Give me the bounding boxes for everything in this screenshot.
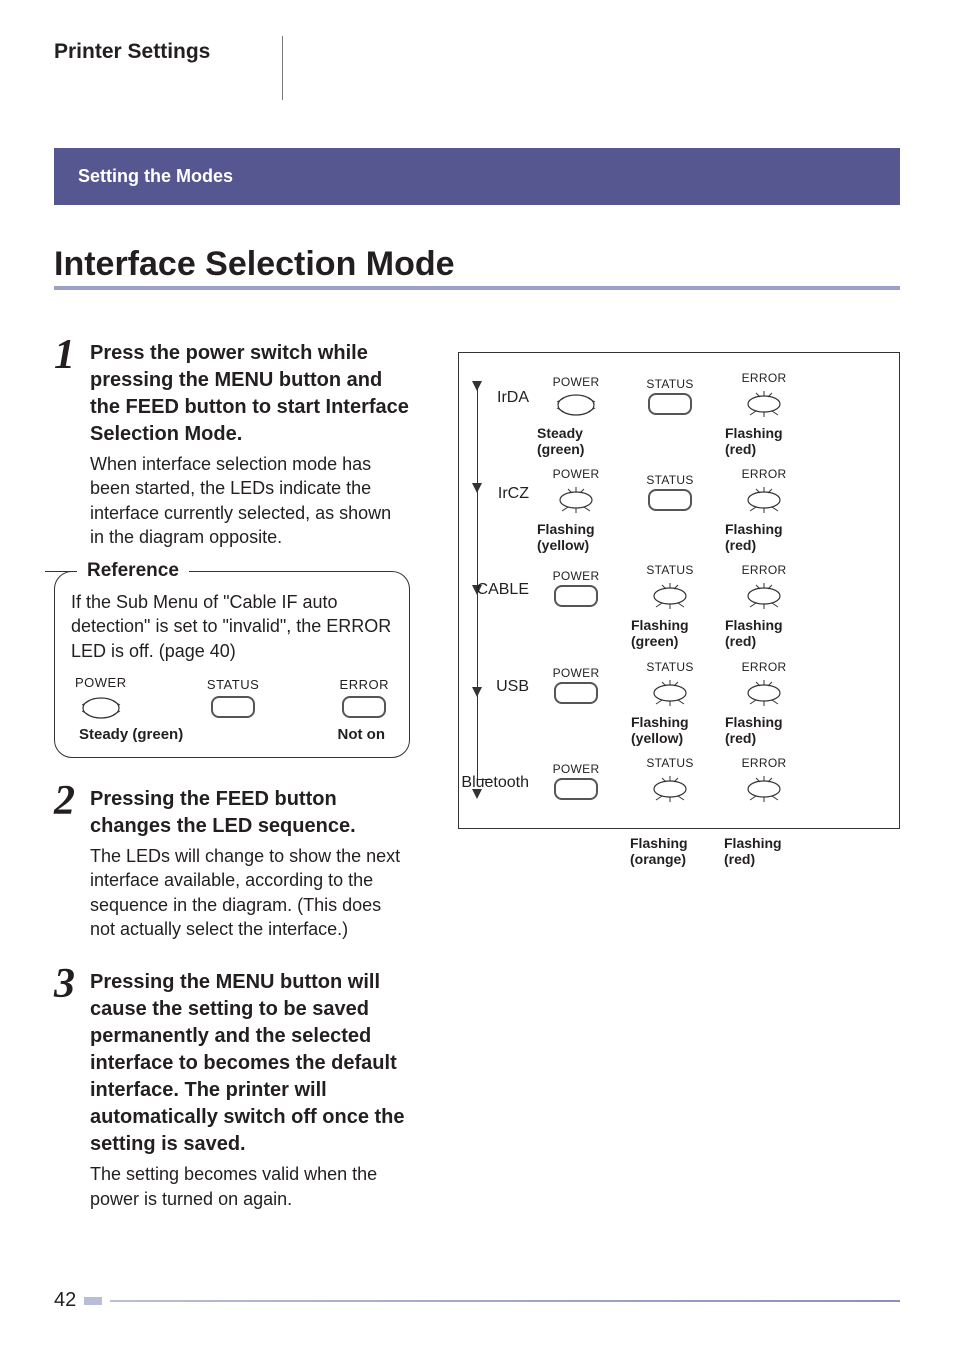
led-flash-icon xyxy=(648,579,692,613)
cap: Flashing (red) xyxy=(725,617,807,649)
col-hdr-error: ERROR xyxy=(742,660,787,674)
led-off-icon xyxy=(342,696,386,718)
header-rule xyxy=(282,36,283,100)
cap: Flashing (red) xyxy=(725,714,807,746)
row-label: USB xyxy=(459,678,529,696)
step-head: Press the power switch while pressing th… xyxy=(90,340,410,448)
cap: Steady (green) xyxy=(537,425,619,457)
col-hdr-status: STATUS xyxy=(646,473,693,487)
led-flash-icon xyxy=(742,676,786,710)
cap xyxy=(631,425,713,457)
diagram-row-bluetooth: Bluetooth POWER STATUS ERROR xyxy=(535,756,885,806)
col-hdr-power: POWER xyxy=(553,762,600,776)
cap: Flashing (red) xyxy=(725,521,807,553)
step-text: The LEDs will change to show the next in… xyxy=(90,844,410,941)
led-off-icon xyxy=(648,393,692,415)
cap: Flashing (red) xyxy=(725,425,807,457)
step-number: 1 xyxy=(54,334,90,376)
reference-text: If the Sub Menu of "Cable IF auto detect… xyxy=(71,590,393,663)
led-header-error: ERROR xyxy=(340,677,389,692)
row-label: Bluetooth xyxy=(459,774,529,792)
col-hdr-error: ERROR xyxy=(742,371,787,385)
step-head: Pressing the MENU button will cause the … xyxy=(90,969,410,1158)
led-flash-icon xyxy=(742,579,786,613)
led-flash-icon xyxy=(742,772,786,806)
led-off-icon xyxy=(554,585,598,607)
cap xyxy=(537,714,619,746)
page-heading: Interface Selection Mode xyxy=(54,245,900,290)
led-off-icon xyxy=(554,778,598,800)
led-off-icon xyxy=(648,489,692,511)
led-flash-icon xyxy=(742,483,786,517)
col-hdr-error: ERROR xyxy=(742,467,787,481)
col-hdr-error: ERROR xyxy=(742,563,787,577)
step-number: 2 xyxy=(54,780,90,822)
led-flash-icon xyxy=(648,772,692,806)
cap: Flashing (red) xyxy=(724,835,806,867)
led-off-icon xyxy=(554,682,598,704)
led-steady-icon xyxy=(79,694,123,720)
row-label: CABLE xyxy=(459,581,529,599)
step-number: 3 xyxy=(54,963,90,1005)
mode-banner: Setting the Modes xyxy=(54,148,900,205)
cap: Flashing (green) xyxy=(631,617,713,649)
cap xyxy=(631,521,713,553)
col-hdr-status: STATUS xyxy=(646,377,693,391)
cap xyxy=(537,617,619,649)
col-hdr-status: STATUS xyxy=(646,660,693,674)
interface-diagram: IrDA POWER STATUS ERROR Steady (green) F… xyxy=(458,352,900,829)
col-hdr-power: POWER xyxy=(553,569,600,583)
row-label: IrDA xyxy=(459,389,529,407)
cap xyxy=(536,835,618,867)
led-flash-icon xyxy=(554,483,598,517)
col-hdr-power: POWER xyxy=(553,467,600,481)
section-title: Printer Settings xyxy=(54,36,210,64)
col-hdr-status: STATUS xyxy=(646,563,693,577)
step-text: The setting becomes valid when the power… xyxy=(90,1162,410,1211)
step-3: 3 Pressing the MENU button will cause th… xyxy=(54,963,410,1211)
step-text: When interface selection mode has been s… xyxy=(90,452,410,549)
led-header-power: POWER xyxy=(75,675,127,690)
col-hdr-power: POWER xyxy=(553,666,600,680)
reference-box: Reference If the Sub Menu of "Cable IF a… xyxy=(54,571,410,758)
reference-label: Reference xyxy=(77,560,189,582)
led-flash-icon xyxy=(648,676,692,710)
led-header-status: STATUS xyxy=(207,677,259,692)
diagram-row-ircz: IrCZ POWER STATUS ERROR xyxy=(535,467,885,517)
col-hdr-power: POWER xyxy=(553,375,600,389)
cap: Flashing (yellow) xyxy=(537,521,619,553)
led-steady-icon xyxy=(554,391,598,417)
row-label: IrCZ xyxy=(459,485,529,503)
step-2: 2 Pressing the FEED button changes the L… xyxy=(54,780,410,941)
cap: Flashing (yellow) xyxy=(631,714,713,746)
step-head: Pressing the FEED button changes the LED… xyxy=(90,786,410,840)
step-1: 1 Press the power switch while pressing … xyxy=(54,334,410,549)
footer-marker-icon xyxy=(84,1297,102,1305)
led-caption-noton: Not on xyxy=(338,726,385,743)
col-hdr-error: ERROR xyxy=(742,756,787,770)
led-flash-icon xyxy=(742,387,786,421)
page-number: 42 xyxy=(54,1289,76,1312)
led-caption-steady: Steady (green) xyxy=(79,726,183,743)
diagram-row-cable: CABLE POWER STATUS ERROR xyxy=(535,563,885,613)
col-hdr-status: STATUS xyxy=(646,756,693,770)
diagram-row-usb: USB POWER STATUS ERROR xyxy=(535,660,885,710)
cap: Flashing (orange) xyxy=(630,835,712,867)
footer-rule xyxy=(110,1300,900,1302)
led-off-icon xyxy=(211,696,255,718)
diagram-row-irda: IrDA POWER STATUS ERROR xyxy=(535,371,885,421)
